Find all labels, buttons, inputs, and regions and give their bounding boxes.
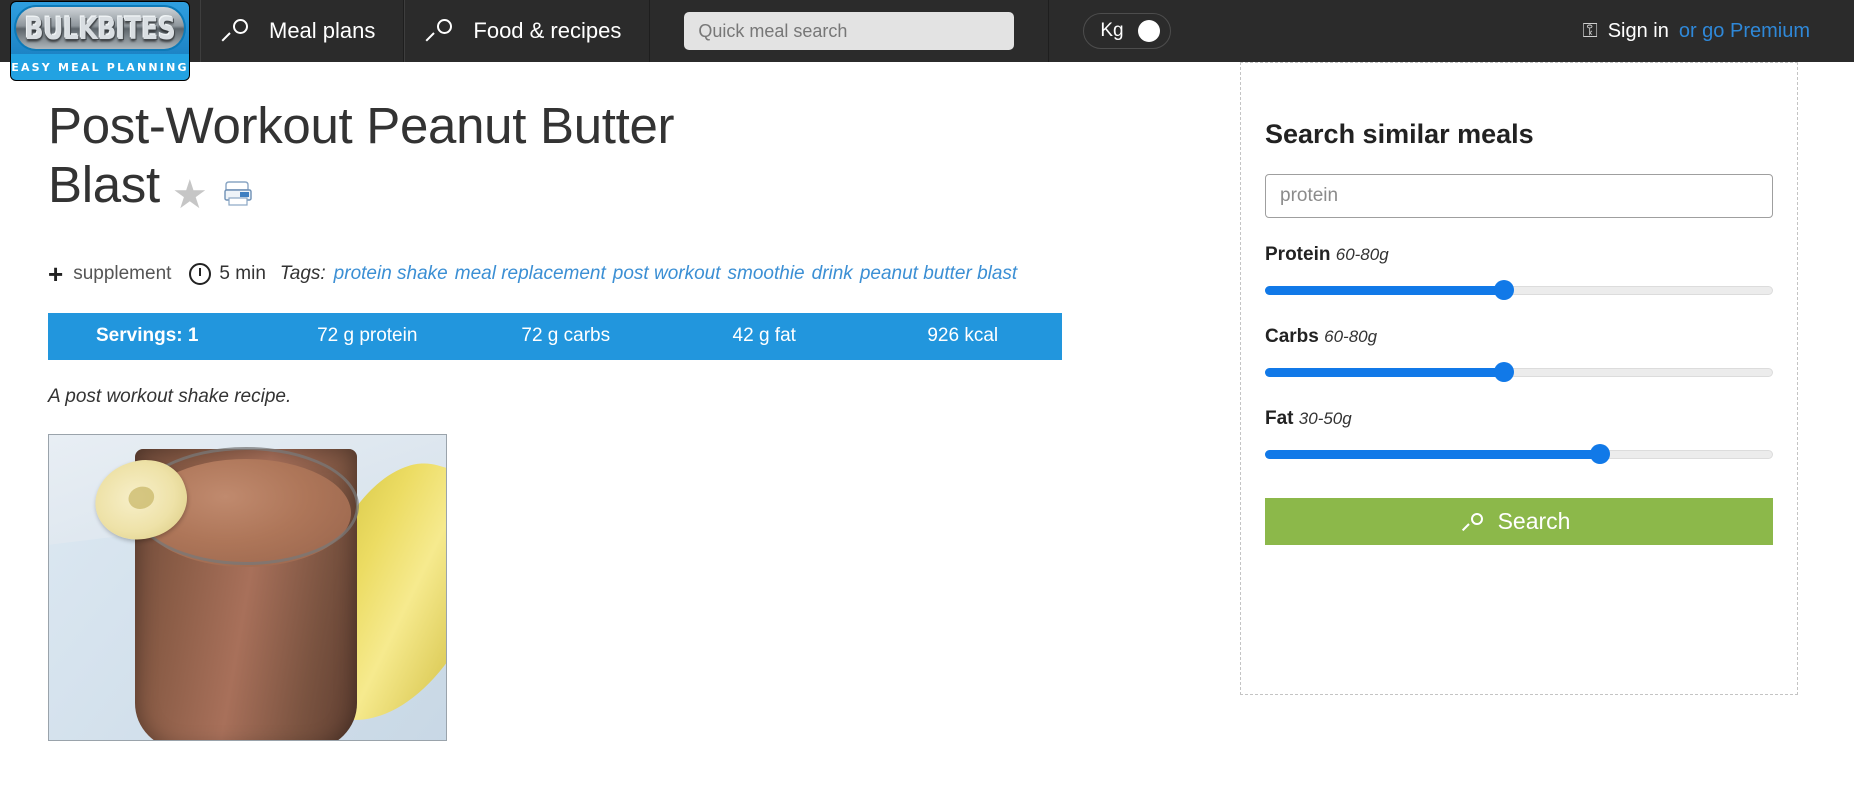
recipe-photo [48,433,447,741]
nav-item-food-recipes-label: Food & recipes [473,18,622,43]
tag-item[interactable]: peanut butter blast [860,263,1017,285]
nutrition-fat: 42 g fat [732,325,796,347]
title-row: Post-Workout Peanut Butter Blast ★ [48,96,1230,219]
nav-item-meal-plans[interactable]: Meal plans [200,0,405,62]
tag-item[interactable]: meal replacement [455,263,606,285]
search-icon [1468,512,1488,532]
star-icon[interactable]: ★ [172,172,208,218]
search-icon [229,18,255,44]
fat-slider[interactable] [1265,444,1773,464]
go-premium-link[interactable]: or go Premium [1679,20,1810,43]
filter-name-protein: Protein [1265,244,1331,265]
similar-meals-search-input[interactable] [1265,174,1773,218]
carbs-slider-fill [1265,368,1504,377]
nutrition-carbs: 72 g carbs [521,325,611,347]
recipe-meta: + supplement 5 min Tags: protein shake m… [48,261,1230,287]
recipe-title-text: Post-Workout Peanut Butter Blast [48,97,675,214]
filter-range-fat: 30-50g [1298,409,1352,428]
recipe-category: supplement [73,262,172,284]
account-area: ⚿ Sign in or go Premium [1582,0,1854,62]
similar-meals-panel: Search similar meals Protein 60-80g Carb… [1240,62,1798,695]
nav-item-food-recipes[interactable]: Food & recipes [404,0,651,62]
site-logo[interactable]: BULKBITES EASY MEAL PLANNING [0,0,200,80]
tag-item[interactable]: smoothie [728,263,805,285]
unit-toggle-label: Kg [1100,20,1124,41]
top-navigation-bar: BULKBITES EASY MEAL PLANNING Meal plans … [0,0,1854,80]
fat-slider-thumb[interactable] [1590,444,1611,464]
fat-slider-fill [1265,450,1601,459]
add-supplement-icon[interactable]: + [48,261,63,287]
unit-toggle-container: Kg [1049,0,1204,62]
nutrition-servings: Servings: 1 [96,325,199,347]
filter-name-carbs: Carbs [1265,326,1319,347]
tag-item[interactable]: protein shake [334,263,448,285]
protein-slider-fill [1265,286,1504,295]
carbs-slider-thumb[interactable] [1493,362,1514,382]
nutrition-protein: 72 g protein [317,325,418,347]
filter-range-protein: 60-80g [1335,245,1389,264]
filter-label-fat: Fat 30-50g [1265,408,1773,430]
unit-toggle[interactable]: Kg [1083,13,1171,49]
sidebar-title: Search similar meals [1265,119,1534,149]
search-button-label: Search [1497,508,1571,534]
filter-label-protein: Protein 60-80g [1265,244,1773,266]
quick-search-input[interactable] [684,12,1015,50]
recipe-content: Post-Workout Peanut Butter Blast ★ + supp… [0,62,1230,741]
filter-range-carbs: 60-80g [1324,327,1378,346]
nutrition-calories: 926 kcal [927,325,999,347]
tags-label: Tags: [279,262,326,284]
quick-search-container [650,0,1050,62]
toggle-knob-icon[interactable] [1137,20,1160,42]
page-body: Post-Workout Peanut Butter Blast ★ + supp… [0,62,1854,787]
search-similar-meals-button[interactable]: Search [1265,498,1773,545]
tag-item[interactable]: post workout [613,263,721,285]
filter-name-fat: Fat [1265,408,1294,429]
sign-in-link[interactable]: Sign in [1608,20,1669,43]
recipe-description: A post workout shake recipe. [48,385,292,407]
nav-item-meal-plans-label: Meal plans [269,18,376,43]
tag-item[interactable]: drink [812,263,853,285]
logo-wordmark: BULKBITES [24,10,176,46]
page-title: Post-Workout Peanut Butter Blast ★ [48,96,788,219]
filter-label-carbs: Carbs 60-80g [1265,326,1773,348]
protein-slider[interactable] [1265,280,1773,300]
key-icon: ⚿ [1582,19,1598,42]
clock-icon [189,262,212,285]
carbs-slider[interactable] [1265,362,1773,382]
nutrition-summary-bar: Servings: 1 72 g protein 72 g carbs 42 g… [48,312,1062,360]
printer-icon[interactable] [223,159,253,218]
protein-slider-thumb[interactable] [1493,280,1514,300]
prep-time: 5 min [219,262,266,284]
search-icon [433,18,459,44]
